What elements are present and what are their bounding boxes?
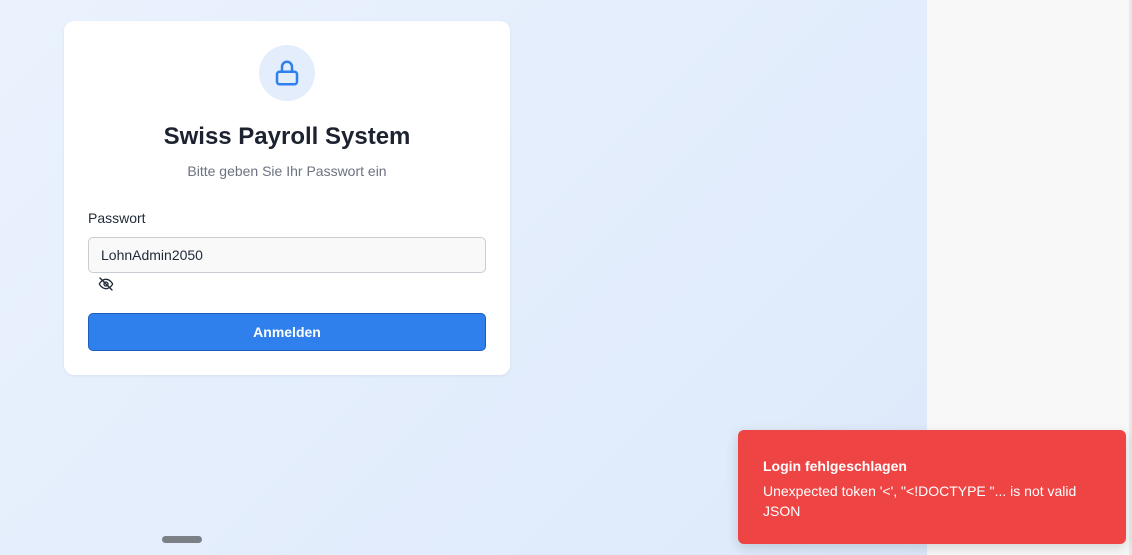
drag-handle[interactable] xyxy=(162,536,202,543)
password-field[interactable] xyxy=(88,237,486,273)
toast-title: Login fehlgeschlagen xyxy=(763,458,907,474)
login-card: Swiss Payroll System Bitte geben Sie Ihr… xyxy=(64,21,510,375)
password-visibility-toggle[interactable] xyxy=(97,275,115,293)
password-label: Passwort xyxy=(88,210,146,226)
toast-message: Unexpected token '<', "<!DOCTYPE "... is… xyxy=(763,483,1077,519)
lock-icon-container xyxy=(259,45,315,101)
page-title: Swiss Payroll System xyxy=(163,123,411,150)
login-button[interactable]: Anmelden xyxy=(88,313,486,351)
page-subtitle: Bitte geben Sie Ihr Passwort ein xyxy=(187,163,387,179)
error-toast[interactable]: Login fehlgeschlagen Unexpected token '<… xyxy=(738,430,1126,544)
lock-icon xyxy=(275,60,299,86)
eye-off-icon xyxy=(98,277,114,291)
